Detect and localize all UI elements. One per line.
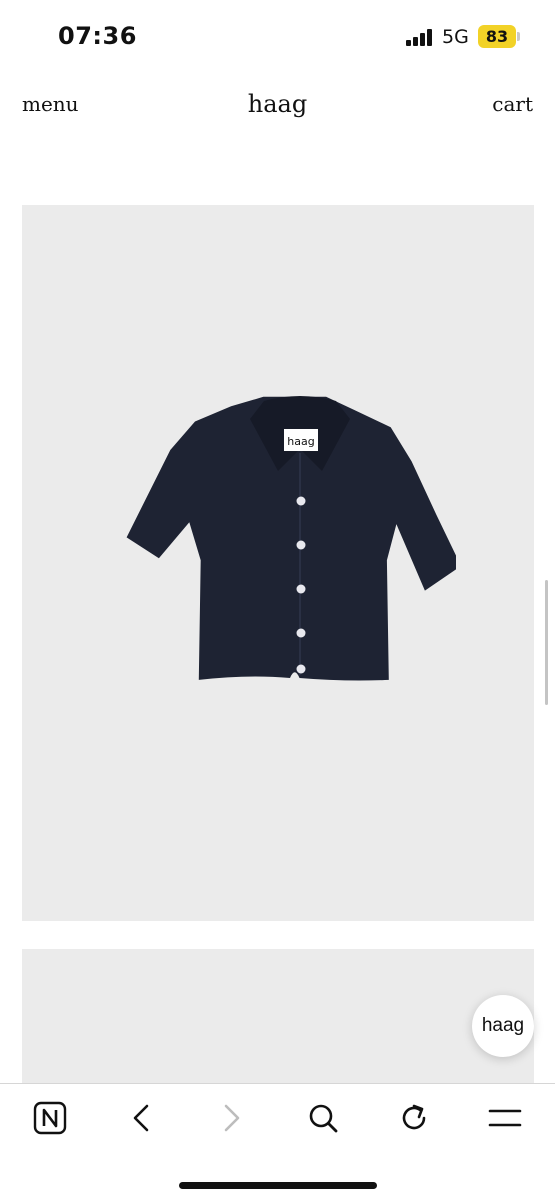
battery-icon: 83 [478,25,516,48]
chat-button-label: haag [481,1015,525,1036]
browser-toolbar [0,1083,555,1200]
shirt-button [296,628,306,638]
signal-icon [406,28,436,46]
site-logo[interactable]: haag [0,90,555,118]
shirt-button [296,540,306,550]
page-scrollbar[interactable] [545,580,548,705]
brand-tag-label: haag [287,435,314,448]
menu-icon[interactable] [485,1098,525,1138]
status-time: 07:36 [58,22,137,50]
back-icon[interactable] [121,1098,161,1138]
reload-icon[interactable] [394,1098,434,1138]
site-header: haag menu cart [0,80,555,130]
status-bar: 07:36 5G 83 [0,0,555,74]
battery-level: 83 [485,27,509,46]
shirt-button [296,584,306,594]
menu-link[interactable]: menu [22,92,79,116]
product-image[interactable]: haag [22,205,534,921]
cart-link[interactable]: cart [492,92,533,116]
browser-logo-icon[interactable] [30,1098,70,1138]
search-icon[interactable] [303,1098,343,1138]
home-indicator[interactable] [179,1182,377,1189]
shirt-image: haag [126,396,456,681]
battery-tip [517,32,520,41]
network-type: 5G [442,26,469,48]
shirt-button [296,496,306,506]
shirt-button [296,664,306,674]
chat-button[interactable]: haag [472,995,534,1057]
forward-icon[interactable] [212,1098,252,1138]
product-image-secondary[interactable] [22,949,534,1083]
